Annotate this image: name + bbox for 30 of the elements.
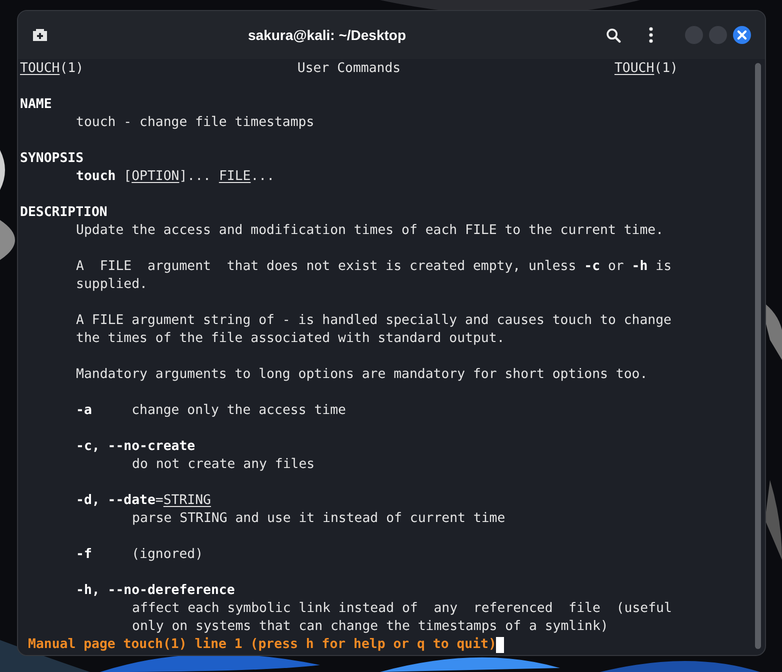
man-page-text: supplied. <box>76 277 148 292</box>
section-heading: SYNOPSIS <box>20 151 84 166</box>
window-title: sakura@kali: ~/Desktop <box>248 26 406 45</box>
man-page-text: -c, --no-create <box>76 439 196 454</box>
man-page-header: TOUCH(1) <box>20 60 84 78</box>
section-heading: DESCRIPTION <box>20 205 108 220</box>
man-page-text: do not create any files <box>132 457 315 472</box>
man-page-text: A FILE argument string of - is handled specially and causes touch to change <box>76 313 672 328</box>
man-page-text: parse STRING and use it instead of current time <box>132 511 506 526</box>
search-icon[interactable] <box>606 28 621 42</box>
man-page-text: affect each symbolic link instead of any referenced file (useful <box>132 601 672 616</box>
close-icon[interactable] <box>733 26 751 44</box>
man-page-title: User Commands <box>297 60 401 78</box>
man-page-text: -h, --no-dereference <box>76 583 235 598</box>
man-page-text: A FILE argument that does not exist is created empty, unless -c or -h is <box>76 259 672 274</box>
man-page-text: -a change only the access time <box>76 403 346 418</box>
man-page-text: Update the access and modification times of each FILE to the current time. <box>76 223 664 238</box>
man-page-text: -f (ignored) <box>76 547 204 562</box>
man-page-text: touch - change file timestamps <box>76 115 314 130</box>
man-page-header: TOUCH(1) <box>614 60 678 78</box>
man-page-text: only on systems that can change the timestamps of a symlink) <box>132 619 608 634</box>
man-page-text: Mandatory arguments to long options are mandatory for short options too. <box>76 367 648 382</box>
menu-icon[interactable] <box>649 27 653 43</box>
man-page-text: the times of the file associated with standard output. <box>76 331 505 346</box>
man-page-text: -d, --date=STRING <box>76 493 211 508</box>
new-tab-icon[interactable] <box>32 28 48 42</box>
status-line: Manual page touch(1) line 1 (press h for help or q to quit) <box>28 636 496 654</box>
cursor <box>496 637 504 653</box>
section-heading: NAME <box>20 97 52 112</box>
man-page-text: touch [OPTION]... FILE... <box>76 169 275 184</box>
